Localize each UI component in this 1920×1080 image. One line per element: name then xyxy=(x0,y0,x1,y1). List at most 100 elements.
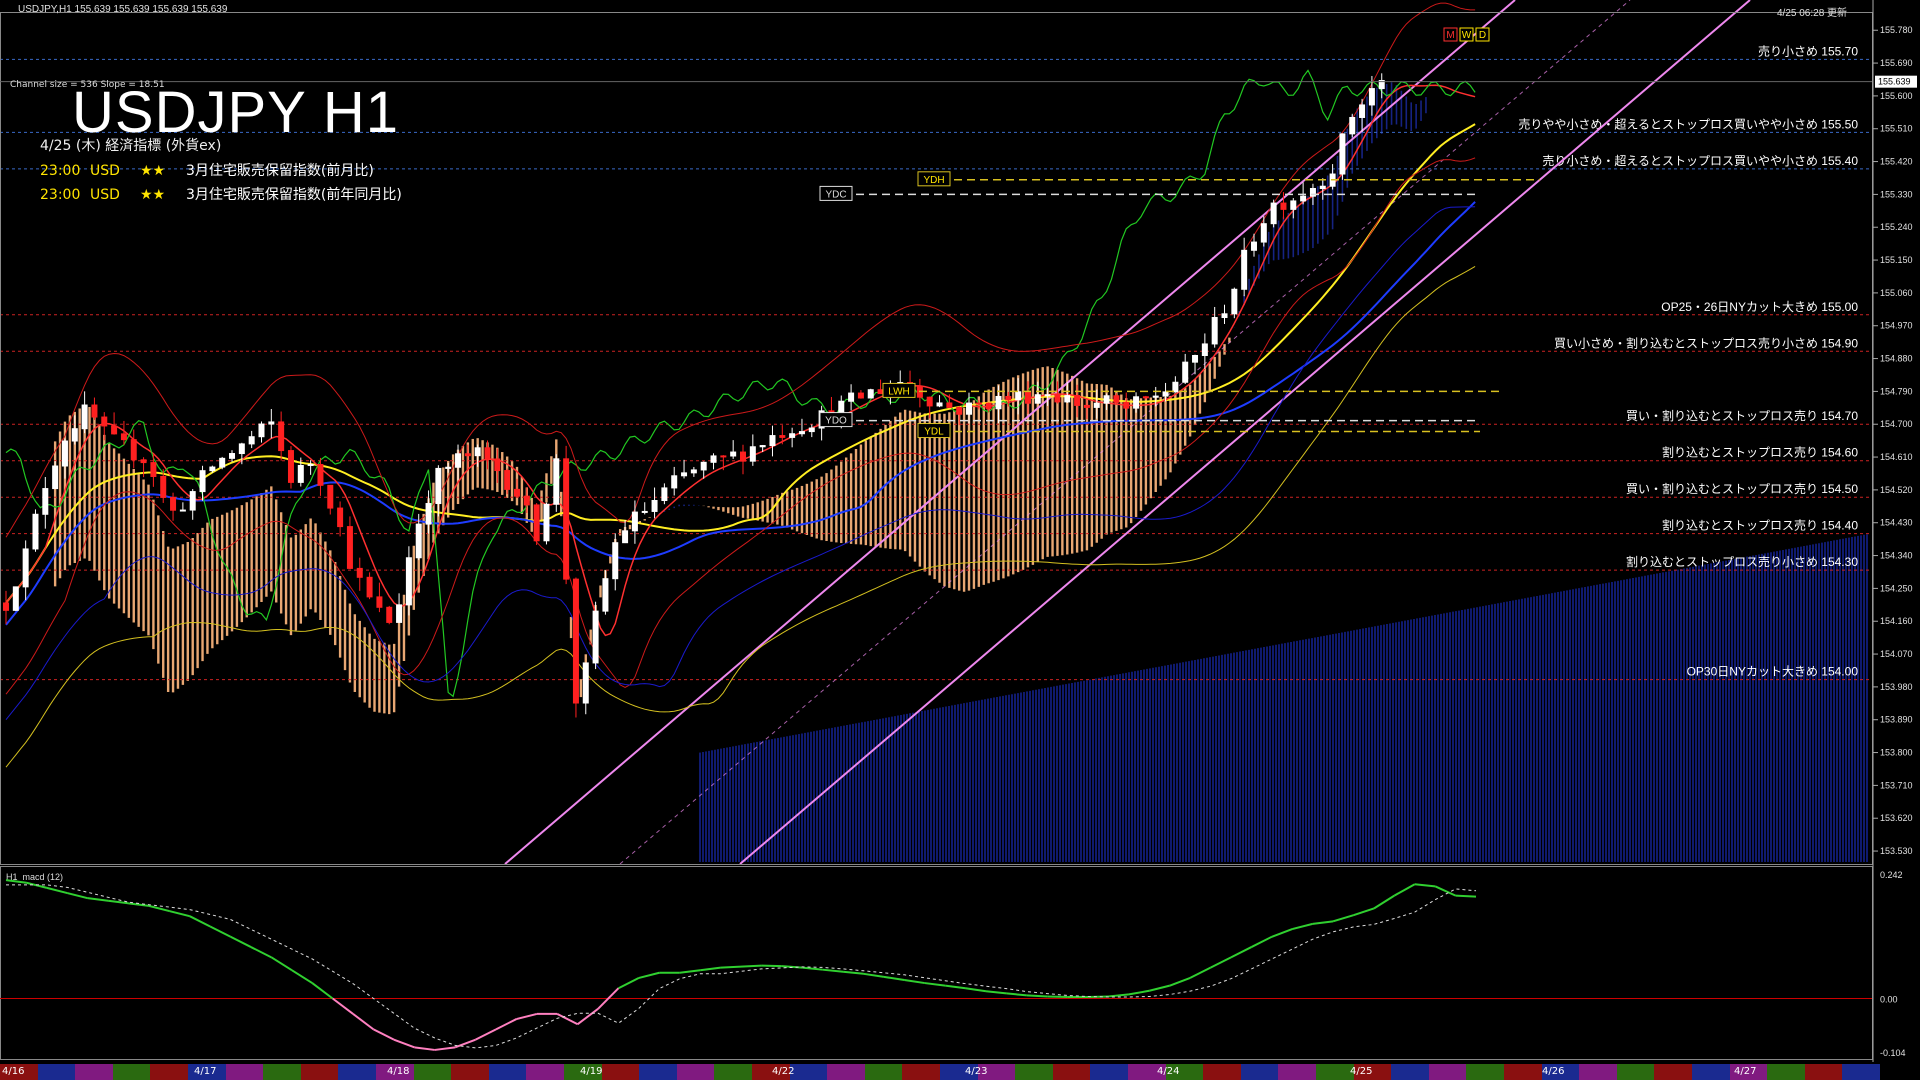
time-bar-segment[interactable] xyxy=(1316,1064,1354,1080)
macd-line-segment xyxy=(740,964,762,968)
time-bar-segment[interactable] xyxy=(1504,1064,1542,1080)
time-bar-segment[interactable] xyxy=(37,1064,76,1080)
candle-body xyxy=(612,542,619,580)
date-label: 4/26 xyxy=(1542,1066,1565,1077)
candle-body xyxy=(32,513,39,550)
candle-body xyxy=(553,458,560,505)
time-bar-segment[interactable] xyxy=(150,1064,188,1080)
time-bar-segment[interactable] xyxy=(1466,1064,1504,1080)
candle-body xyxy=(1034,394,1041,404)
macd-tick-label: -0.104 xyxy=(1880,1048,1906,1058)
time-bar-segment[interactable] xyxy=(1391,1064,1429,1080)
time-bar-segment[interactable] xyxy=(1090,1064,1128,1080)
candle-body xyxy=(1142,396,1149,399)
price-tick-label: 153.890 xyxy=(1880,715,1913,725)
time-bar-segment[interactable] xyxy=(488,1064,527,1080)
candle-body xyxy=(572,578,579,704)
time-bar-segment[interactable] xyxy=(338,1064,376,1080)
price-tick-label: 155.330 xyxy=(1880,189,1913,199)
candle-body xyxy=(42,488,49,515)
time-bar-segment[interactable] xyxy=(902,1064,940,1080)
candle-body xyxy=(337,507,344,528)
time-bar-segment[interactable] xyxy=(1052,1064,1091,1080)
time-bar-segment[interactable] xyxy=(1015,1064,1053,1080)
marker-label: YDH xyxy=(923,175,944,186)
time-bar-segment[interactable] xyxy=(112,1064,151,1080)
price-tick-label: 154.700 xyxy=(1880,419,1913,429)
candle-body xyxy=(956,406,963,415)
time-bar-segment[interactable] xyxy=(1692,1064,1730,1080)
candle-body xyxy=(455,453,462,468)
candle-body xyxy=(848,392,855,402)
timeframe-marker-label: D xyxy=(1479,30,1486,41)
time-bar-segment[interactable] xyxy=(714,1064,752,1080)
time-bar-segment[interactable] xyxy=(1842,1064,1880,1080)
candle-body xyxy=(494,458,501,472)
time-bar-segment[interactable] xyxy=(1428,1064,1467,1080)
date-label: 4/27 xyxy=(1734,1066,1757,1077)
price-level-label: 買い・割り込むとストップロス売り 154.70 xyxy=(1626,408,1858,423)
date-label: 4/18 xyxy=(387,1066,410,1077)
time-bar-segment[interactable] xyxy=(1579,1064,1617,1080)
time-bar-segment[interactable] xyxy=(1278,1064,1316,1080)
candle-body xyxy=(61,440,68,467)
time-bar-segment[interactable] xyxy=(864,1064,903,1080)
candle-body xyxy=(278,421,285,452)
candle-body xyxy=(425,503,432,525)
date-label: 4/23 xyxy=(965,1066,988,1077)
candle-body xyxy=(985,402,992,410)
candle-body xyxy=(740,451,746,462)
macd-line-segment xyxy=(1455,894,1477,898)
price-tick-label: 153.800 xyxy=(1880,748,1913,758)
time-bar-segment[interactable] xyxy=(639,1064,677,1080)
candle-body xyxy=(867,389,874,399)
candle-body xyxy=(327,484,334,509)
star-icon: ★★ xyxy=(140,163,166,179)
candle-body xyxy=(130,439,137,461)
candle-body xyxy=(563,458,570,580)
candle-body xyxy=(1349,116,1356,135)
time-bar-segment[interactable] xyxy=(451,1064,489,1080)
marker-label: LWH xyxy=(888,386,909,397)
time-bar-segment[interactable] xyxy=(1240,1064,1279,1080)
candle-body xyxy=(592,610,599,664)
time-bar-segment[interactable] xyxy=(263,1064,301,1080)
time-bar-segment[interactable] xyxy=(676,1064,715,1080)
candle-body xyxy=(523,495,530,506)
candle-body xyxy=(1005,395,1012,401)
timeframe-marker-label: W xyxy=(1462,30,1472,41)
candle-body xyxy=(1133,396,1140,409)
macd-line-segment xyxy=(1088,995,1109,998)
marker-label: YDC xyxy=(825,189,846,200)
candle-body xyxy=(219,457,226,468)
candle-body xyxy=(1024,391,1031,404)
candle-body xyxy=(356,567,363,578)
candle-body xyxy=(484,447,491,460)
price-level-label: 買い・割り込むとストップロス売り 154.50 xyxy=(1626,481,1858,496)
time-bar-segment[interactable] xyxy=(526,1064,564,1080)
candle-body xyxy=(582,662,589,704)
price-tick-label: 154.880 xyxy=(1880,354,1913,364)
time-bar-segment[interactable] xyxy=(1767,1064,1805,1080)
time-bar-segment[interactable] xyxy=(1616,1064,1655,1080)
candle-body xyxy=(1113,395,1120,403)
time-bar-segment[interactable] xyxy=(225,1064,264,1080)
time-bar-segment[interactable] xyxy=(75,1064,113,1080)
time-bar-segment[interactable] xyxy=(1654,1064,1692,1080)
candle-body xyxy=(101,416,108,427)
time-bar-segment[interactable] xyxy=(1203,1064,1241,1080)
candle-body xyxy=(1192,355,1199,363)
candle-body xyxy=(690,469,697,474)
candle-body xyxy=(140,459,147,464)
candle-body xyxy=(91,404,98,418)
time-bar-segment[interactable] xyxy=(789,1064,828,1080)
time-period-bar[interactable] xyxy=(0,1064,1880,1080)
macd-tick-label: 0.242 xyxy=(1880,870,1903,880)
price-level-label: 割り込むとストップロス売り小さめ 154.30 xyxy=(1626,554,1858,569)
date-label: 4/25 xyxy=(1350,1066,1373,1077)
time-bar-segment[interactable] xyxy=(300,1064,339,1080)
time-bar-segment[interactable] xyxy=(827,1064,865,1080)
time-bar-segment[interactable] xyxy=(601,1064,640,1080)
time-bar-segment[interactable] xyxy=(1804,1064,1843,1080)
time-bar-segment[interactable] xyxy=(413,1064,452,1080)
